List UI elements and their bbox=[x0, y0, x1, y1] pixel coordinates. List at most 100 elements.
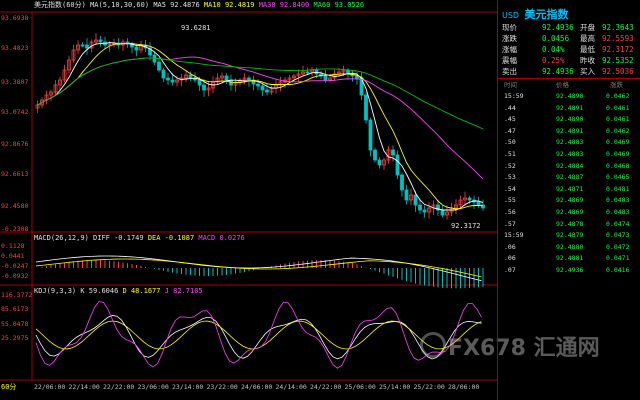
chart-area[interactable]: 美元指数(60分) MA(5,10,30,60) MA5 92.4876 MA1… bbox=[0, 0, 600, 400]
ma30-line bbox=[37, 56, 484, 180]
candle-body bbox=[80, 44, 85, 47]
tick-header: 时间 价格 涨跌 bbox=[502, 80, 638, 91]
ma60-line bbox=[37, 57, 484, 130]
tick-row[interactable]: .56 92.4869 0.0483 bbox=[502, 207, 638, 218]
quote-label: 最低 bbox=[580, 45, 595, 54]
candle-body bbox=[161, 69, 166, 79]
kdj-label: KDJ(9,3,3) bbox=[34, 287, 77, 295]
tick-change: 0.0474 bbox=[606, 219, 630, 228]
candle-body bbox=[373, 149, 377, 161]
quote-label: 涨跌 bbox=[502, 34, 517, 43]
tick-change: 0.0473 bbox=[606, 231, 630, 240]
kdj-d: D 48.1677 bbox=[122, 287, 161, 295]
tick-change: 0.0469 bbox=[606, 150, 630, 158]
tick-row[interactable]: 15:59 92.4890 0.0462 bbox=[502, 91, 638, 102]
macd-y-tick: -0.0932 bbox=[1, 272, 29, 280]
macd-label: MACD(26,12,9) bbox=[34, 234, 89, 242]
tick-price: 92.4890 bbox=[556, 92, 584, 100]
x-axis-tick: 24/14:00 bbox=[275, 383, 307, 391]
quote-label: 卖出 bbox=[502, 67, 517, 76]
tick-row[interactable]: .06 92.4880 0.0472 bbox=[502, 242, 638, 253]
candle-body bbox=[418, 204, 422, 211]
x-axis-tick: 23/14:00 bbox=[172, 383, 204, 391]
main-y-tick: 92.6613 bbox=[1, 170, 29, 178]
tick-row[interactable]: .07 92.4936 0.0416 bbox=[502, 265, 638, 276]
quote-row: 现价 92.4936 开盘 92.3643 bbox=[502, 22, 638, 33]
quote-value: 0.0456 bbox=[542, 34, 570, 43]
quote-label: 开盘 bbox=[580, 23, 595, 32]
tick-price: 92.4936 bbox=[556, 266, 584, 274]
main-y-tick: 93.6938 bbox=[1, 14, 29, 22]
tick-change: 0.0483 bbox=[606, 196, 630, 205]
tick-price: 92.4890 bbox=[556, 115, 584, 124]
macd-y-tick: -0.2308 bbox=[1, 225, 29, 233]
candle-body bbox=[202, 84, 206, 91]
tick-row[interactable]: .47 92.4891 0.0462 bbox=[502, 126, 638, 137]
ma30-value: MA30 92.8400 bbox=[258, 1, 310, 9]
tick-price: 92.4887 bbox=[556, 173, 584, 182]
candle-body bbox=[247, 77, 251, 81]
kdj-y-tick: 25.2975 bbox=[1, 334, 29, 342]
tick-row[interactable]: 15:59 92.4879 0.0473 bbox=[502, 230, 638, 241]
quote-label: 涨幅 bbox=[502, 45, 517, 54]
tick-row[interactable]: .44 92.4891 0.0461 bbox=[502, 103, 638, 114]
tick-time: .07 bbox=[504, 266, 516, 274]
macd-dea: DEA -0.1087 bbox=[147, 234, 195, 242]
quote-value: 0.25% bbox=[542, 56, 565, 65]
quote-value: 0.04% bbox=[542, 45, 565, 54]
tick-row[interactable]: .06 92.4881 0.0471 bbox=[502, 253, 638, 264]
candle-body bbox=[134, 46, 139, 51]
x-axis-tick: 23/22:00 bbox=[206, 383, 238, 391]
quote-row: 涨跌 0.0456 最高 92.5593 bbox=[502, 33, 638, 44]
tick-row[interactable]: .52 92.4884 0.0468 bbox=[502, 161, 638, 172]
tick-row[interactable]: .50 92.4883 0.0469 bbox=[502, 137, 638, 148]
tick-row[interactable]: .54 92.4871 0.0481 bbox=[502, 184, 638, 195]
tick-row[interactable]: .55 92.4869 0.0483 bbox=[502, 195, 638, 206]
tick-time: 15:59 bbox=[504, 231, 524, 240]
tick-price: 92.4871 bbox=[556, 184, 584, 193]
candle-body bbox=[197, 79, 202, 86]
tick-row[interactable]: .53 92.4887 0.0465 bbox=[502, 172, 638, 183]
tick-price: 92.4869 bbox=[556, 208, 584, 216]
tick-price: 92.4878 bbox=[556, 219, 584, 228]
period-badge[interactable]: 60分 bbox=[1, 383, 16, 392]
tick-change: 0.0471 bbox=[606, 254, 630, 263]
candle-body bbox=[224, 75, 229, 81]
tick-row[interactable]: .45 92.4890 0.0461 bbox=[502, 114, 638, 125]
macd-y-tick: 0.1128 bbox=[1, 242, 25, 250]
quote-row: 涨幅 0.04% 最低 92.3172 bbox=[502, 44, 638, 55]
macd-y-tick: -0.0247 bbox=[1, 262, 29, 270]
tick-time: .56 bbox=[504, 208, 516, 216]
candle-body bbox=[305, 71, 310, 74]
tick-price: 92.4883 bbox=[556, 138, 584, 147]
macd-diff: DIFF -0.1749 bbox=[93, 234, 144, 242]
tick-header-time: 时间 bbox=[504, 81, 517, 89]
candle-body bbox=[395, 154, 400, 176]
macd-panel-header: MACD(26,12,9) DIFF -0.1749 DEA -0.1087 M… bbox=[34, 234, 245, 243]
quote-label: 昨收 bbox=[580, 56, 595, 65]
tick-price: 92.4881 bbox=[556, 254, 584, 263]
tick-header-price: 价格 bbox=[556, 81, 569, 89]
ma-label: MA(5,10,30,60) bbox=[90, 1, 150, 9]
macd-value: MACD 0.0276 bbox=[198, 234, 245, 242]
instrument-title: 美元指数 bbox=[34, 1, 62, 9]
tick-time: .50 bbox=[504, 138, 516, 147]
quote-label: 最高 bbox=[580, 34, 595, 43]
quote-value: 92.3643 bbox=[602, 23, 634, 32]
tick-row[interactable]: .51 92.4883 0.0469 bbox=[502, 149, 638, 160]
tick-change: 0.0472 bbox=[606, 242, 630, 251]
tick-row[interactable]: .57 92.4878 0.0474 bbox=[502, 219, 638, 230]
kdj-k: K 59.6046 bbox=[80, 287, 119, 295]
candle-body bbox=[98, 39, 103, 43]
tick-price: 92.4884 bbox=[556, 161, 584, 170]
tick-time: .44 bbox=[504, 103, 516, 112]
tick-change: 0.0468 bbox=[606, 161, 630, 170]
candle-body bbox=[188, 74, 193, 79]
candle-body bbox=[265, 89, 269, 93]
period-label: (60分) bbox=[62, 1, 86, 9]
quote-label: 现价 bbox=[502, 23, 517, 32]
quote-row: 震幅 0.25% 昨收 92.5352 bbox=[502, 55, 638, 66]
quote-value: 92.4936 bbox=[542, 67, 574, 76]
candle-body bbox=[413, 194, 418, 206]
kdj-j-line bbox=[35, 301, 482, 369]
